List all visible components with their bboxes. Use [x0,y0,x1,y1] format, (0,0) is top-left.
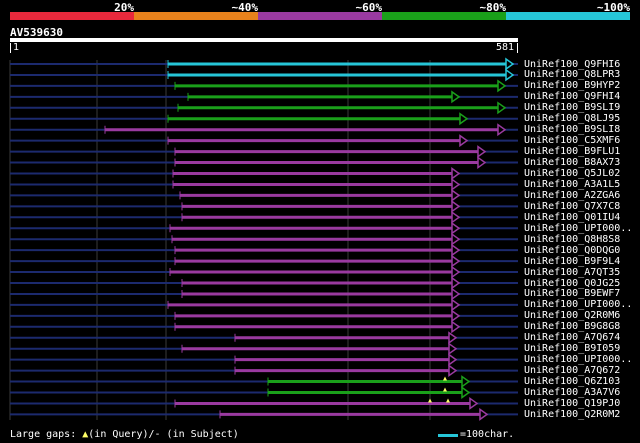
gap-legend-prefix: Large gaps: [10,429,83,440]
hit-name-link[interactable]: UniRef100_Q8H8S8 [524,234,620,245]
hit-end-arrow-icon [451,221,461,235]
hit-end-arrow-icon [451,199,461,213]
hit-end-arrow-icon [497,101,507,115]
hit-end-arrow-icon [451,210,461,224]
hit-end-arrow-icon [461,375,471,389]
hit-end-arrow-icon [448,342,458,356]
scale-label: =100char. [460,429,515,440]
hit-end-arrow-icon [497,79,507,93]
hit-name-link[interactable]: UniRef100_Q6Z103 [524,376,620,387]
hit-end-arrow-icon [459,112,469,126]
hit-end-arrow-icon [451,232,461,246]
hit-end-arrow-icon [451,243,461,257]
hit-end-arrow-icon [451,177,461,191]
hit-name-link[interactable]: UniRef100_B9G8G8 [524,321,620,332]
hit-name-link[interactable]: UniRef100_Q5JL02 [524,168,620,179]
hit-name-link[interactable]: UniRef100_A2ZGA6 [524,190,620,201]
hit-name-link[interactable]: UniRef100_Q7X7C8 [524,201,620,212]
query-gap-icon [443,376,447,381]
hit-name-link[interactable]: UniRef100_B9I059 [524,343,620,354]
hit-end-arrow-icon [461,386,471,399]
hit-name-link[interactable]: UniRef100_Q19PJ0 [524,398,620,409]
hit-end-arrow-icon [505,68,515,82]
hit-end-arrow-icon [448,331,458,345]
hit-name-link[interactable]: UniRef100_A3A7V6 [524,387,620,398]
hit-name-link[interactable]: UniRef100_Q8LPR3 [524,69,620,80]
hit-name-link[interactable]: UniRef100_B9FLU1 [524,146,620,157]
hit-end-arrow-icon [505,57,515,71]
hit-end-arrow-icon [451,90,461,104]
hit-end-arrow-icon [451,167,461,180]
query-gap-icon [446,398,450,403]
hit-name-link[interactable]: UniRef100_Q9FHI4 [524,91,620,102]
hit-name-link[interactable]: UniRef100_A3A1L5 [524,179,620,190]
hit-name-link[interactable]: UniRef100_Q9FHI6 [524,59,620,70]
hit-name-link[interactable]: UniRef100_B9SLI9 [524,102,620,113]
hit-end-arrow-icon [477,145,487,159]
hit-name-link[interactable]: UniRef100_UPI000.. [524,223,632,234]
hit-name-link[interactable]: UniRef100_Q0DQG0 [524,245,620,256]
hit-name-link[interactable]: UniRef100_UPI000.. [524,299,632,310]
hit-end-arrow-icon [451,188,461,202]
hit-end-arrow-icon [451,320,461,334]
hit-end-arrow-icon [448,353,458,367]
hit-end-arrow-icon [477,156,487,170]
scale-line [438,434,458,437]
hit-name-link[interactable]: UniRef100_B9SLI8 [524,124,620,135]
hit-end-arrow-icon [451,287,461,301]
hit-end-arrow-icon [459,134,469,148]
hit-name-link[interactable]: UniRef100_B8AX73 [524,157,620,168]
hit-end-arrow-icon [451,265,461,279]
hit-name-link[interactable]: UniRef100_B9HYP2 [524,80,620,91]
hit-name-link[interactable]: UniRef100_A7Q674 [524,332,620,343]
hit-name-link[interactable]: UniRef100_Q01IU4 [524,212,620,223]
hit-end-arrow-icon [451,254,461,268]
gap-legend: Large gaps: ▲(in Query)/- (in Subject) [10,429,239,440]
hit-name-link[interactable]: UniRef100_Q2R0M6 [524,310,620,321]
hit-name-link[interactable]: UniRef100_A7Q672 [524,365,620,376]
hit-name-link[interactable]: UniRef100_B9F9L4 [524,256,620,267]
hit-end-arrow-icon [448,364,458,378]
hit-name-link[interactable]: UniRef100_Q8LJ95 [524,113,620,124]
hit-name-link[interactable]: UniRef100_Q2R0M2 [524,409,620,420]
hit-end-arrow-icon [479,407,489,421]
hit-name-link[interactable]: UniRef100_C5XMF6 [524,135,620,146]
hit-end-arrow-icon [451,276,461,290]
hit-name-link[interactable]: UniRef100_Q0JG25 [524,278,620,289]
hit-end-arrow-icon [451,309,461,323]
hit-end-arrow-icon [497,123,507,137]
query-gap-icon [443,387,447,392]
query-gap-icon [428,398,432,403]
gap-legend-suffix: (in Query)/- (in Subject) [88,429,239,440]
hit-name-link[interactable]: UniRef100_UPI000.. [524,354,632,365]
hit-end-arrow-icon [469,396,479,410]
hit-name-link[interactable]: UniRef100_A7QT35 [524,267,620,278]
hit-name-link[interactable]: UniRef100_B9EWF7 [524,288,620,299]
hit-end-arrow-icon [451,298,461,312]
